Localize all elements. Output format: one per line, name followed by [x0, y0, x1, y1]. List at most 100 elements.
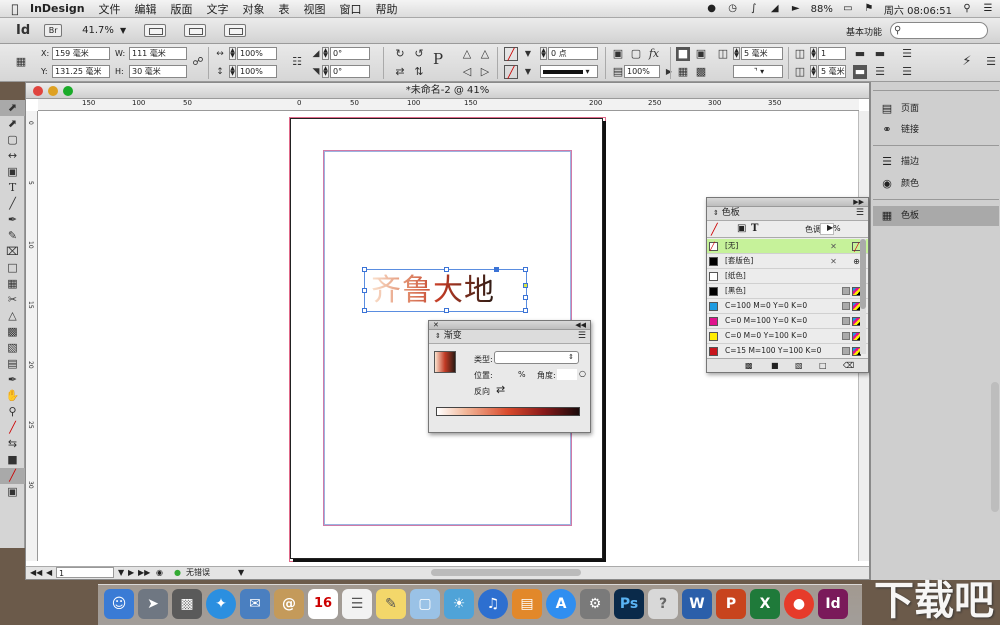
- fx-effects-icon[interactable]: fx: [647, 47, 661, 61]
- arrange-documents-button[interactable]: [224, 24, 247, 37]
- workspace-switcher[interactable]: 基本功能: [846, 25, 882, 38]
- rotate-ccw-icon[interactable]: ↺: [412, 47, 426, 61]
- dock-color[interactable]: ◉ 颜色: [873, 174, 999, 194]
- center-content-icon[interactable]: ▩: [694, 65, 708, 79]
- stroke-weight-field[interactable]: 0 点: [548, 47, 598, 60]
- selection-tool-icon[interactable]: ⬈: [0, 100, 25, 116]
- next-page-icon[interactable]: ▶: [128, 567, 134, 579]
- quick-apply-icon[interactable]: ⚡: [960, 55, 974, 69]
- bluetooth-icon[interactable]: ∫: [748, 4, 760, 14]
- stroke-dropdown-icon[interactable]: ▼: [521, 65, 535, 79]
- screen-mode-icon[interactable]: ▣: [0, 484, 25, 500]
- flip-vertical-icon[interactable]: ⇅: [412, 65, 426, 79]
- launchpad-icon[interactable]: ➤: [138, 589, 168, 619]
- gap-stepper[interactable]: ▲ ▼: [733, 47, 740, 60]
- dock-pages[interactable]: ▤ 页面: [873, 99, 999, 119]
- gradient-swatch-tool-icon[interactable]: ▩: [0, 324, 25, 340]
- scale-y-field[interactable]: 100%: [237, 65, 277, 78]
- justify-vertical-icon[interactable]: ☰: [873, 65, 887, 79]
- mail-icon[interactable]: ✉: [240, 589, 270, 619]
- notes-icon[interactable]: ✎: [376, 589, 406, 619]
- app-store-icon[interactable]: A: [546, 589, 576, 619]
- horizontal-ruler[interactable]: 150 100 50 0 50 100 150 200 250 300 350: [38, 99, 859, 111]
- swatch-row[interactable]: C=100 M=0 Y=0 K=0: [707, 299, 868, 314]
- ibooks-icon[interactable]: ▤: [512, 589, 542, 619]
- swatches-scrollbar-thumb[interactable]: [860, 239, 866, 309]
- swatches-scrollbar[interactable]: [860, 239, 866, 354]
- select-next-icon[interactable]: ▷: [478, 65, 492, 79]
- contacts-icon[interactable]: @: [274, 589, 304, 619]
- swatches-panel-menu-icon[interactable]: ☰: [856, 207, 864, 220]
- zoom-level[interactable]: 41.7%: [82, 25, 114, 36]
- page-tool-icon[interactable]: ▢: [0, 132, 25, 148]
- content-collector-icon[interactable]: ▣: [0, 164, 25, 180]
- page-dropdown-icon[interactable]: ▼: [118, 567, 124, 579]
- finder-icon[interactable]: ☺: [104, 589, 134, 619]
- zoom-dropdown-icon[interactable]: ▼: [120, 26, 126, 35]
- gradient-reverse-icon[interactable]: ⇄: [496, 383, 505, 396]
- rotate-cw-icon[interactable]: ↻: [393, 47, 407, 61]
- menu-layout[interactable]: 版面: [171, 1, 193, 17]
- stroke-type-select[interactable]: ▾: [540, 65, 598, 78]
- wifi-icon[interactable]: ◢: [769, 4, 781, 14]
- width-field[interactable]: 111 毫米: [129, 47, 187, 60]
- swatch-row[interactable]: ╱ [无] ✕ ╱: [707, 239, 868, 254]
- help-search-input[interactable]: ⚲: [890, 22, 988, 39]
- select-content-icon[interactable]: △: [478, 47, 492, 61]
- new-swatch-icon[interactable]: □: [819, 359, 827, 372]
- page-number-field[interactable]: 1: [56, 567, 114, 578]
- photoshop-icon[interactable]: Ps: [614, 589, 644, 619]
- menu-view[interactable]: 视图: [304, 1, 326, 17]
- columns-field[interactable]: 1: [818, 47, 846, 60]
- fit-content-icon[interactable]: ▣: [694, 47, 708, 61]
- apply-color-icon[interactable]: ■: [0, 452, 25, 468]
- gradient-ramp[interactable]: [436, 407, 580, 416]
- shear-angle-field[interactable]: 0°: [330, 65, 370, 78]
- free-transform-tool-icon[interactable]: △: [0, 308, 25, 324]
- frame-handle-ml[interactable]: [362, 288, 367, 293]
- frame-handle-br[interactable]: [523, 308, 528, 313]
- gradient-angle-field[interactable]: [557, 369, 577, 380]
- reminders-icon[interactable]: ☰: [342, 589, 372, 619]
- gap-field[interactable]: 5 毫米: [741, 47, 783, 60]
- rotate-stepper[interactable]: ▲ ▼: [322, 47, 329, 60]
- zoom-window-icon[interactable]: [63, 86, 73, 96]
- stroke-swatch-icon[interactable]: ╱: [504, 65, 518, 79]
- pencil-tool-icon[interactable]: ✎: [0, 228, 25, 244]
- gradient-feather-tool-icon[interactable]: ▧: [0, 340, 25, 356]
- text-wrap-icon[interactable]: ☰: [900, 47, 914, 61]
- qq-tray-icon[interactable]: ●: [706, 4, 718, 14]
- frame-text[interactable]: 齐鲁大地: [371, 273, 495, 309]
- calendar-icon[interactable]: 16: [308, 589, 338, 619]
- select-container-icon[interactable]: △: [460, 47, 474, 61]
- align-bottom-icon[interactable]: ▬: [873, 47, 887, 61]
- direct-selection-tool-icon[interactable]: ⬈: [0, 116, 25, 132]
- swatches-collapse-icon[interactable]: ▶▶: [853, 198, 864, 206]
- minimize-window-icon[interactable]: [48, 86, 58, 96]
- table-tool-icon[interactable]: ▦: [0, 276, 25, 292]
- photos-icon[interactable]: ☀: [444, 589, 474, 619]
- columns-stepper[interactable]: ▲ ▼: [810, 47, 817, 60]
- frame-fit-icon[interactable]: ■: [676, 47, 690, 61]
- line-tool-icon[interactable]: ╱: [0, 196, 25, 212]
- fill-dropdown-icon[interactable]: ▼: [521, 47, 535, 61]
- constrain-proportions-icon[interactable]: ☍: [191, 55, 205, 69]
- reference-point-icon[interactable]: ▦: [14, 55, 28, 69]
- lock-scale-icon[interactable]: ☷: [290, 55, 304, 69]
- swap-fill-stroke-icon[interactable]: ⇆: [0, 436, 25, 452]
- gap-tool-icon[interactable]: ↔: [0, 148, 25, 164]
- excel-icon[interactable]: X: [750, 589, 780, 619]
- text-format-icon[interactable]: T: [751, 223, 758, 234]
- type-tool-icon[interactable]: T: [0, 180, 25, 196]
- menu-file[interactable]: 文件: [99, 1, 121, 17]
- shear-stepper[interactable]: ▲ ▼: [322, 65, 329, 78]
- spotlight-icon[interactable]: ⚲: [961, 4, 973, 14]
- frame-handle-bl[interactable]: [362, 308, 367, 313]
- swatch-row[interactable]: C=0 M=100 Y=0 K=0: [707, 314, 868, 329]
- stroke-weight-stepper[interactable]: ▲ ▼: [540, 47, 547, 60]
- powerpoint-icon[interactable]: P: [716, 589, 746, 619]
- swatch-row[interactable]: [纸色]: [707, 269, 868, 284]
- frame-handle-tm[interactable]: [444, 267, 449, 272]
- view-options-button[interactable]: [144, 24, 167, 37]
- word-icon[interactable]: W: [682, 589, 712, 619]
